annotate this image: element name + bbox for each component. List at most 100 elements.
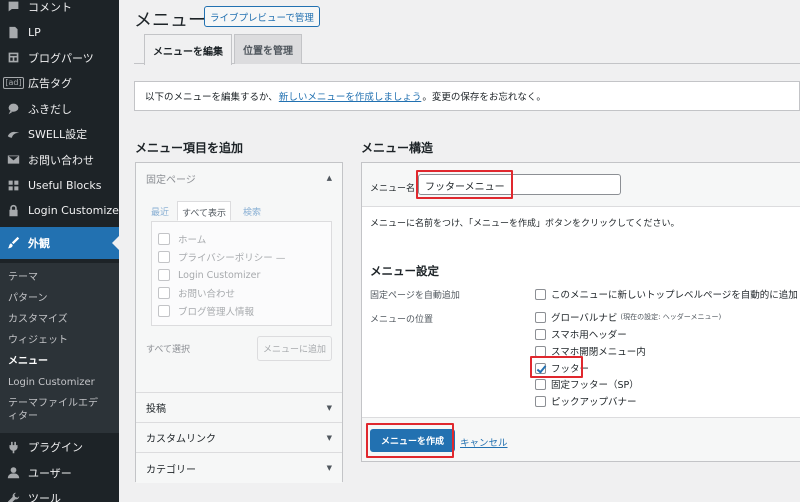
- list-item[interactable]: お問い合わせ: [158, 284, 331, 302]
- checkbox[interactable]: [535, 378, 546, 390]
- sidebar-item-label: 広告タグ: [28, 77, 72, 91]
- nav-tabs: メニューを編集 位置を管理: [134, 34, 800, 65]
- checkbox[interactable]: [158, 269, 170, 281]
- expand-arrow-icon: ▼: [326, 403, 332, 412]
- list-item[interactable]: ブログ管理人情報: [158, 302, 331, 320]
- sidebar-item-login-customizer[interactable]: Login Customizer: [0, 198, 119, 224]
- sidebar-item-useful-blocks[interactable]: Useful Blocks: [0, 173, 119, 199]
- page-title: メニュー: [134, 10, 206, 31]
- admin-sidebar: コメント LP ブログパーツ [ad] 広告タグ ふきだし SWELL設定 お問…: [0, 0, 119, 502]
- categories-section-header[interactable]: カテゴリー ▼: [136, 453, 342, 483]
- grid-icon: [6, 178, 21, 193]
- document-icon: [6, 25, 21, 40]
- submenu-item-login-customizer[interactable]: Login Customizer: [0, 372, 119, 393]
- page-label: お問い合わせ: [178, 289, 236, 300]
- expand-arrow-icon: ▼: [326, 464, 332, 472]
- submenu-item-themes[interactable]: テーマ: [0, 267, 119, 288]
- checkbox[interactable]: [158, 233, 170, 245]
- submenu-item-theme-file-editor[interactable]: テーマファイルエディター: [0, 393, 110, 427]
- sidebar-item-appearance[interactable]: 外観: [0, 226, 119, 259]
- checkbox[interactable]: [158, 305, 170, 317]
- checkbox[interactable]: [535, 288, 546, 300]
- tab-view-all[interactable]: すべて表示: [177, 201, 232, 221]
- appearance-submenu: テーマ パターン カスタマイズ ウィジェット メニュー Login Custom…: [0, 262, 119, 433]
- menu-header: メニュー名 フッターメニュー: [362, 163, 800, 207]
- categories-section-title: カテゴリー: [146, 464, 196, 476]
- list-item[interactable]: Login Customizer: [158, 266, 331, 284]
- page-label: ホーム: [178, 235, 207, 246]
- location-option-pickup-banner[interactable]: ピックアップバナー: [535, 394, 637, 408]
- location-option-fixed-footer-sp[interactable]: 固定フッター（SP）: [535, 377, 639, 391]
- location-option-global-nav[interactable]: グローバルナビ (現在の設定: ヘッダーメニュー): [535, 310, 721, 324]
- tab-edit-menus[interactable]: メニューを編集: [144, 34, 232, 65]
- sidebar-item-ad-tags[interactable]: [ad] 広告タグ: [0, 71, 119, 97]
- checkbox[interactable]: [535, 345, 546, 357]
- sidebar-item-tools[interactable]: ツール: [0, 486, 119, 502]
- submenu-item-patterns[interactable]: パターン: [0, 288, 119, 309]
- plugin-icon: [6, 440, 21, 455]
- sidebar-item-label: プラグイン: [28, 441, 83, 455]
- checkbox[interactable]: [158, 251, 170, 263]
- add-to-menu-button[interactable]: メニューに追加: [256, 336, 332, 361]
- highlight-box: [366, 423, 454, 458]
- sidebar-item-plugins[interactable]: プラグイン: [0, 435, 119, 461]
- custom-links-section-header[interactable]: カスタムリンク ▼: [136, 423, 342, 453]
- select-all-checkbox-label[interactable]: すべて選択: [146, 342, 190, 355]
- sidebar-item-label: コメント: [28, 0, 72, 14]
- submenu-item-widgets[interactable]: ウィジェット: [0, 330, 119, 351]
- sidebar-bottom-list: プラグイン ユーザー ツール: [0, 435, 119, 502]
- pages-footer: すべて選択 メニューに追加: [136, 326, 342, 361]
- submenu-item-menus[interactable]: メニュー: [0, 351, 119, 372]
- tab-search[interactable]: 検索: [243, 205, 261, 218]
- sidebar-item-label: Login Customizer: [28, 204, 119, 218]
- list-item[interactable]: プライバシーポリシー —: [158, 248, 331, 266]
- notice-text-after: 。変更の保存をお忘れなく。: [422, 92, 546, 103]
- sidebar-item-lp[interactable]: LP: [0, 20, 119, 46]
- sidebar-item-label: ユーザー: [28, 466, 72, 480]
- tab-recent[interactable]: 最近: [151, 205, 169, 218]
- swell-icon: [6, 127, 21, 142]
- tab-manage-locations[interactable]: 位置を管理: [234, 34, 302, 64]
- sidebar-item-users[interactable]: ユーザー: [0, 460, 119, 486]
- menu-structure-panel: メニュー名 フッターメニュー メニューに名前をつけ、「メニューを作成」ボタンをク…: [361, 162, 800, 462]
- posts-section-header[interactable]: 投稿 ▼: [136, 393, 342, 423]
- notice-text-before: 以下のメニューを編集するか、: [145, 92, 278, 103]
- location-option-sp-header[interactable]: スマホ用ヘッダー: [535, 327, 627, 341]
- sidebar-item-label: SWELL設定: [28, 128, 88, 142]
- option-note: (現在の設定: ヘッダーメニュー): [620, 313, 722, 321]
- checkbox[interactable]: [158, 287, 170, 299]
- sidebar-item-blog-parts[interactable]: ブログパーツ: [0, 45, 119, 71]
- create-new-menu-link[interactable]: 新しいメニューを作成しましょう: [279, 89, 422, 103]
- checkbox[interactable]: [535, 328, 546, 340]
- edit-notice: 以下のメニューを編集するか、 新しいメニューを作成しましょう 。変更の保存をお忘…: [134, 81, 800, 111]
- blocks-icon: [6, 50, 21, 65]
- checkbox[interactable]: [535, 395, 546, 407]
- auto-add-option[interactable]: このメニューに新しいトップレベルページを自動的に追加: [535, 287, 798, 301]
- pages-section: 固定ページ ▲ 最近 すべて表示 検索 ホーム プライバシーポリシー — Log…: [136, 163, 342, 393]
- add-menu-items-heading: メニュー項目を追加: [135, 141, 244, 155]
- cancel-link[interactable]: キャンセル: [460, 435, 508, 449]
- checkbox[interactable]: [535, 311, 546, 323]
- live-preview-button[interactable]: ライブプレビューで管理: [204, 6, 320, 27]
- posts-section-title: 投稿: [146, 404, 166, 415]
- option-label: ピックアップバナー: [551, 397, 637, 408]
- option-label: このメニューに新しいトップレベルページを自動的に追加: [551, 290, 798, 301]
- main-content: メニュー ライブプレビューで管理 メニューを編集 位置を管理 以下のメニューを編…: [119, 0, 800, 502]
- sidebar-item-label: ブログパーツ: [28, 51, 94, 65]
- list-item[interactable]: ホーム: [158, 230, 331, 248]
- pages-section-title: 固定ページ: [146, 174, 196, 186]
- sidebar-item-swell-settings[interactable]: SWELL設定: [0, 122, 119, 148]
- sidebar-top-list: コメント LP ブログパーツ [ad] 広告タグ ふきだし SWELL設定 お問…: [0, 0, 119, 224]
- page-label: Login Customizer: [178, 269, 261, 281]
- sidebar-item-comments[interactable]: コメント: [0, 0, 119, 20]
- submenu-item-customize[interactable]: カスタマイズ: [0, 309, 119, 330]
- option-label: グローバルナビ: [551, 313, 618, 324]
- pages-section-header[interactable]: 固定ページ ▲: [136, 163, 342, 193]
- menu-name-label: メニュー名: [370, 184, 416, 194]
- sidebar-item-speech-bubble[interactable]: ふきだし: [0, 96, 119, 122]
- page-label: プライバシーポリシー —: [178, 253, 286, 264]
- page-label: ブログ管理人情報: [178, 307, 255, 318]
- menu-instruction: メニューに名前をつけ、「メニューを作成」ボタンをクリックしてください。: [370, 219, 680, 229]
- sidebar-item-label: お問い合わせ: [28, 153, 94, 167]
- sidebar-item-contact[interactable]: お問い合わせ: [0, 147, 119, 173]
